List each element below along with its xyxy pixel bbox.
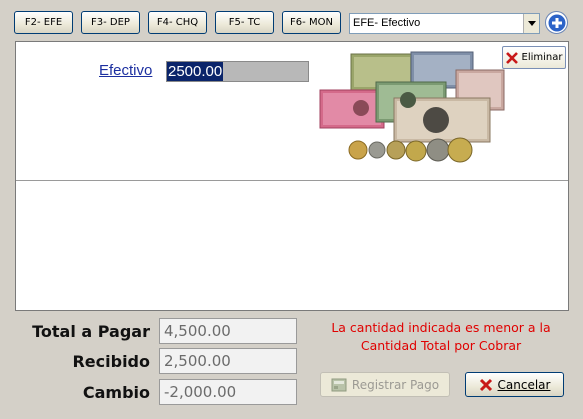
f3-dep-label: F3- DEP — [91, 17, 130, 28]
f3-dep-button[interactable]: F3- DEP — [81, 11, 140, 34]
add-payment-button[interactable] — [545, 11, 568, 34]
payment-method-link[interactable]: Efectivo — [99, 62, 152, 79]
f2-efe-label: F2- EFE — [24, 17, 63, 28]
register-icon — [331, 378, 347, 391]
register-payment-label: Registrar Pago — [351, 377, 440, 392]
received-label: Recibido — [72, 352, 150, 371]
payment-amount-value: 2500.00 — [167, 62, 224, 81]
warning-message: La cantidad indicada es menor a la Canti… — [305, 319, 577, 355]
payment-lines-panel: Efectivo 2500.00 Eliminar — [15, 41, 569, 311]
total-field: 4,500.00 — [159, 318, 297, 344]
payment-type-selected-value: EFE- Efectivo — [353, 17, 421, 29]
f5-tc-label: F5- TC — [228, 17, 261, 28]
delete-payment-label: Eliminar — [521, 52, 563, 63]
change-field: -2,000.00 — [159, 379, 297, 405]
panel-divider — [16, 180, 568, 181]
f6-mon-label: F6- MON — [290, 17, 333, 28]
total-label: Total a Pagar — [32, 322, 150, 341]
red-x-icon — [505, 51, 518, 64]
warning-line-1: La cantidad indicada es menor a la — [331, 320, 551, 335]
cancel-button[interactable]: Cancelar — [465, 372, 564, 397]
change-label: Cambio — [82, 383, 150, 402]
f6-mon-button[interactable]: F6- MON — [282, 11, 341, 34]
f2-efe-button[interactable]: F2- EFE — [14, 11, 73, 34]
banknotes-coins-image — [319, 51, 505, 163]
payment-type-select[interactable]: EFE- Efectivo — [349, 13, 540, 34]
register-payment-button[interactable]: Registrar Pago — [320, 372, 450, 397]
chevron-down-icon[interactable] — [523, 14, 539, 33]
f5-tc-button[interactable]: F5- TC — [215, 11, 274, 34]
payment-amount-input[interactable]: 2500.00 — [166, 61, 309, 82]
received-field: 2,500.00 — [159, 348, 297, 374]
f4-chq-button[interactable]: F4- CHQ — [148, 11, 207, 34]
red-x-icon — [479, 378, 492, 391]
warning-line-2: Cantidad Total por Cobrar — [360, 338, 522, 353]
plus-circle-icon — [548, 14, 565, 31]
f4-chq-label: F4- CHQ — [156, 17, 199, 28]
delete-payment-button[interactable]: Eliminar — [502, 46, 566, 69]
cancel-label: Cancelar — [497, 377, 551, 392]
